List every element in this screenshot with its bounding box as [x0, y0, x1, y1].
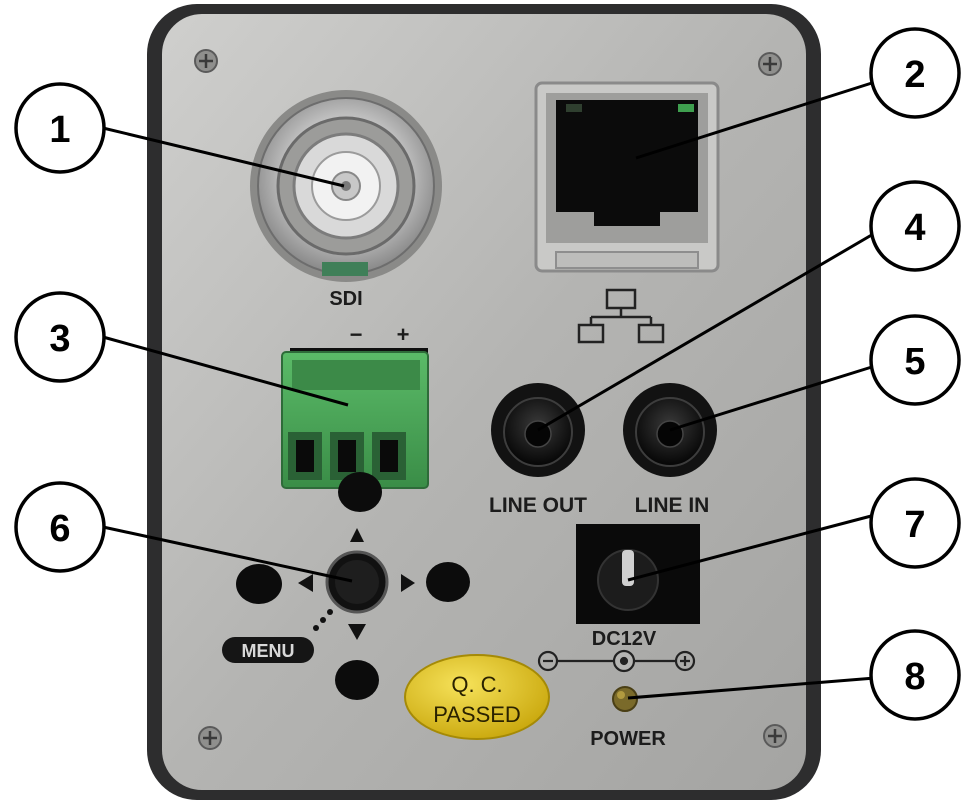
svg-text:4: 4	[904, 207, 925, 249]
svg-text:3: 3	[49, 318, 70, 360]
menu-label: MENU	[242, 641, 295, 661]
svg-text:2: 2	[904, 54, 925, 96]
callout-7: 7	[869, 477, 961, 569]
callout-1: 1	[14, 82, 106, 174]
screw-bottom-right	[763, 724, 787, 748]
callout-4: 4	[869, 180, 961, 272]
button-down	[335, 660, 379, 700]
button-left	[236, 564, 282, 604]
dc12v-label: DC12V	[592, 628, 657, 650]
svg-text:6: 6	[49, 508, 70, 550]
svg-text:5: 5	[904, 341, 925, 383]
svg-text:1: 1	[49, 109, 70, 151]
qc-line2: PASSED	[433, 702, 521, 727]
callout-2: 2	[869, 27, 961, 119]
line-in-label: LINE IN	[635, 494, 710, 517]
callout-3: 3	[14, 291, 106, 383]
svg-text:7: 7	[904, 504, 925, 546]
button-right	[426, 562, 470, 602]
power-label: POWER	[590, 728, 666, 750]
qc-line1: Q. C.	[451, 672, 502, 697]
callout-6: 6	[14, 481, 106, 573]
screw-top-left	[194, 49, 218, 73]
screw-top-right	[758, 52, 782, 76]
sdi-bnc-connector	[250, 90, 442, 282]
terminal-minus-label: −	[350, 322, 363, 347]
sdi-label: SDI	[329, 288, 362, 310]
button-up	[338, 472, 382, 512]
terminal-plus-label: +	[397, 322, 410, 347]
dc-power-jack	[576, 524, 700, 624]
camera-rear-panel-figure: SDI − + LINE OUT LINE IN DC12V POWER MEN…	[14, 4, 961, 800]
callout-8: 8	[869, 629, 961, 721]
screw-bottom-left	[198, 726, 222, 750]
ethernet-rj45-port	[534, 81, 720, 273]
svg-text:8: 8	[904, 656, 925, 698]
line-out-label: LINE OUT	[489, 494, 587, 517]
callout-5: 5	[869, 314, 961, 406]
qc-passed-sticker: Q. C. PASSED	[404, 654, 550, 740]
